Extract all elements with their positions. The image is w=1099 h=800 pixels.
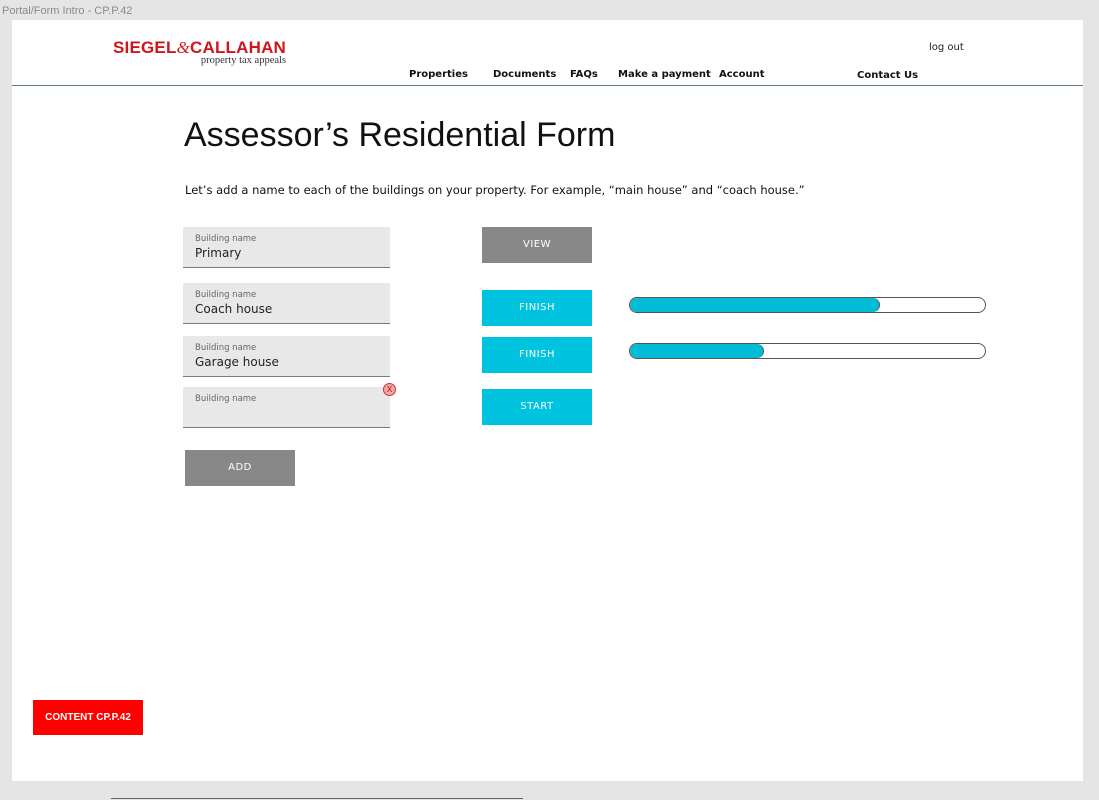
start-button-4[interactable]: START [482,389,592,425]
artboard: SIEGEL&CALLAHAN property tax appeals log… [12,20,1083,781]
view-button-1[interactable]: VIEW [482,227,592,263]
clear-icon[interactable]: X [383,383,396,396]
progress-bar-2 [629,297,986,313]
progress-fill [630,298,880,312]
page-intro: Let’s add a name to each of the building… [185,183,805,197]
logout-link[interactable]: log out [929,42,964,53]
building-name-value: Primary [195,246,242,260]
finish-button-3[interactable]: FINISH [482,337,592,373]
building-name-label: Building name [195,290,257,300]
header-divider [12,85,1083,86]
frame-label: Portal/Form Intro - CP.P.42 [2,5,133,17]
building-name-field-4[interactable]: Building name [183,387,390,428]
finish-button-2[interactable]: FINISH [482,290,592,326]
nav-properties[interactable]: Properties [408,69,476,86]
nav-account[interactable]: Account [719,69,764,80]
building-name-value: Coach house [195,302,273,316]
nav-documents[interactable]: Documents [493,69,556,80]
building-name-field-2[interactable]: Building name Coach house [183,283,390,324]
progress-bar-3 [629,343,986,359]
nav-faqs[interactable]: FAQs [570,69,598,80]
logo-tagline: property tax appeals [200,55,287,66]
building-name-label: Building name [195,343,257,353]
building-name-label: Building name [195,394,257,404]
content-tag: CONTENT CP.P.42 [33,700,143,735]
progress-fill [630,344,765,358]
building-name-label: Building name [195,234,257,244]
building-name-field-3[interactable]: Building name Garage house [183,336,390,377]
add-building-button[interactable]: ADD [185,450,295,486]
building-name-field-1[interactable]: Building name Primary [183,227,390,268]
page-title: Assessor’s Residential Form [184,116,616,154]
bottom-divider [111,798,523,799]
brand-logo[interactable]: SIEGEL&CALLAHAN property tax appeals [113,39,286,66]
building-name-value: Garage house [195,355,279,369]
nav-make-a-payment[interactable]: Make a payment [618,69,711,80]
logo-ampersand: & [176,38,190,57]
logo-text-left: SIEGEL [113,38,177,57]
nav-contact-us[interactable]: Contact Us [857,70,918,81]
